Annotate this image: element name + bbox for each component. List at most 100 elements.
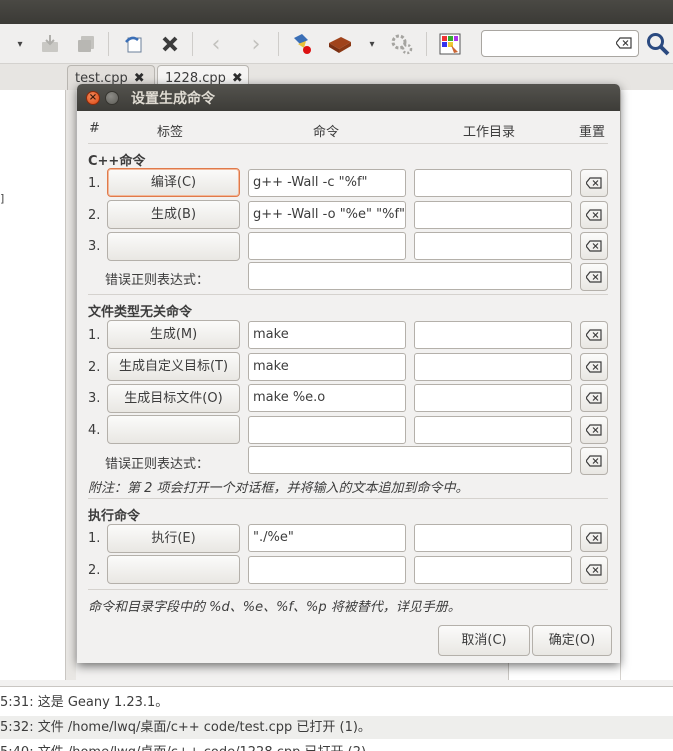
execute-command-field-2[interactable] <box>248 556 406 584</box>
row-number: 1. <box>88 176 101 191</box>
cpp-command-field-2[interactable]: g++ -Wall -o "%e" "%f" <box>248 201 406 229</box>
reset-button[interactable] <box>580 556 608 584</box>
row-number: 1. <box>88 531 101 546</box>
header-command: 命令 <box>313 125 340 140</box>
independent-error-regex-field[interactable] <box>248 446 572 474</box>
independent-workdir-field-1[interactable] <box>414 321 572 349</box>
cpp-label-button-1[interactable]: 编译(C) <box>107 168 240 197</box>
reset-button[interactable] <box>580 263 608 291</box>
row-number: 1. <box>88 328 101 343</box>
divider <box>88 143 608 144</box>
sidebar-pane: ] <box>0 90 66 680</box>
independent-workdir-field-4[interactable] <box>414 416 572 444</box>
row-number: 2. <box>88 360 101 375</box>
reset-button[interactable] <box>580 321 608 349</box>
cpp-workdir-field-1[interactable] <box>414 169 572 197</box>
reset-button[interactable] <box>580 201 608 229</box>
clear-icon <box>586 424 602 436</box>
message-line: 5:40: 文件 /home/lwq/桌面/c++ code/1228.cpp … <box>0 741 379 751</box>
execute-label-button-2[interactable] <box>107 555 240 584</box>
header-label: 标签 <box>157 125 184 140</box>
clear-icon <box>586 240 602 252</box>
execute-gears-icon[interactable] <box>388 30 416 58</box>
reset-button[interactable] <box>580 232 608 260</box>
independent-label-button-4[interactable] <box>107 415 240 444</box>
independent-label-button-1[interactable]: 生成(M) <box>107 320 240 349</box>
reset-button[interactable] <box>580 447 608 475</box>
clear-icon <box>586 392 602 404</box>
clear-icon <box>586 177 602 189</box>
minimize-window-icon[interactable] <box>105 91 119 105</box>
search-input[interactable] <box>481 30 639 57</box>
reset-button[interactable] <box>580 353 608 381</box>
section-title-execute: 执行命令 <box>88 509 141 524</box>
execute-workdir-field-2[interactable] <box>414 556 572 584</box>
cpp-command-field-3[interactable] <box>248 232 406 260</box>
reset-button[interactable] <box>580 384 608 412</box>
color-chooser-icon[interactable] <box>436 30 464 58</box>
cancel-button[interactable]: 取消(C) <box>438 625 530 656</box>
cpp-workdir-field-2[interactable] <box>414 201 572 229</box>
save-all-icon[interactable] <box>72 30 100 58</box>
independent-note: 附注：第 2 项会打开一个对话框，并将输入的文本追加到命令中。 <box>88 481 469 496</box>
build-dropdown-arrow-icon[interactable]: ▾ <box>358 30 386 58</box>
search-icon[interactable] <box>645 31 671 57</box>
section-title-independent: 文件类型无关命令 <box>88 305 193 320</box>
clear-icon <box>586 532 602 544</box>
execute-label-button-1[interactable]: 执行(E) <box>107 524 240 553</box>
reset-button[interactable] <box>580 169 608 197</box>
ok-button[interactable]: 确定(O) <box>532 625 612 656</box>
cpp-label-button-2[interactable]: 生成(B) <box>107 200 240 229</box>
substitution-note: 命令和目录字段中的 %d、%e、%f、%p 将被替代，详见手册。 <box>88 600 461 615</box>
independent-label-button-3[interactable]: 生成目标文件(O) <box>107 384 240 413</box>
independent-workdir-field-2[interactable] <box>414 353 572 381</box>
independent-command-field-3[interactable]: make %e.o <box>248 384 406 412</box>
header-num: # <box>89 121 100 136</box>
row-number: 2. <box>88 208 101 223</box>
execute-command-field-1[interactable]: "./%e" <box>248 524 406 552</box>
save-icon[interactable] <box>36 30 64 58</box>
close-window-icon[interactable]: × <box>86 91 100 105</box>
message-pane: 5:31: 这是 Geany 1.23.1。 5:32: 文件 /home/lw… <box>0 686 673 751</box>
error-regex-label: 错误正则表达式： <box>105 457 210 472</box>
header-reset: 重置 <box>579 125 606 140</box>
execute-workdir-field-1[interactable] <box>414 524 572 552</box>
compile-icon[interactable] <box>288 30 316 58</box>
dropdown-arrow-icon[interactable]: ▾ <box>6 30 34 58</box>
clear-icon <box>586 209 602 221</box>
message-line: 5:32: 文件 /home/lwq/桌面/c++ code/test.cpp … <box>0 716 673 739</box>
cpp-label-button-3[interactable] <box>107 232 240 261</box>
independent-command-field-1[interactable]: make <box>248 321 406 349</box>
clear-icon <box>586 455 602 467</box>
row-number: 4. <box>88 423 101 438</box>
section-title-cpp: C++命令 <box>88 154 146 169</box>
cpp-command-field-1[interactable]: g++ -Wall -c "%f" <box>248 169 406 197</box>
forward-icon[interactable]: › <box>242 30 270 58</box>
window-titlebar <box>0 0 673 24</box>
close-icon[interactable] <box>156 30 184 58</box>
revert-icon[interactable] <box>120 30 148 58</box>
row-number: 3. <box>88 391 101 406</box>
reset-button[interactable] <box>580 416 608 444</box>
independent-label-button-2[interactable]: 生成自定义目标(T) <box>107 352 240 381</box>
back-icon[interactable]: ‹ <box>202 30 230 58</box>
build-commands-dialog: × 设置生成命令 # 标签 命令 工作目录 重置 C++命令 1. 编译(C) … <box>77 84 620 663</box>
independent-command-field-2[interactable]: make <box>248 353 406 381</box>
independent-command-field-4[interactable] <box>248 416 406 444</box>
clear-icon <box>586 271 602 283</box>
build-icon[interactable] <box>326 30 354 58</box>
editor-area-right[interactable] <box>620 90 673 680</box>
pane-divider[interactable] <box>66 90 76 680</box>
row-number: 3. <box>88 239 101 254</box>
divider <box>88 498 608 499</box>
dialog-title: 设置生成命令 <box>131 91 215 107</box>
reset-button[interactable] <box>580 524 608 552</box>
error-regex-label: 错误正则表达式： <box>105 273 210 288</box>
clear-icon <box>586 361 602 373</box>
clear-search-icon[interactable] <box>616 37 632 49</box>
divider <box>88 589 608 590</box>
cpp-workdir-field-3[interactable] <box>414 232 572 260</box>
independent-workdir-field-3[interactable] <box>414 384 572 412</box>
clear-icon <box>586 564 602 576</box>
cpp-error-regex-field[interactable] <box>248 262 572 290</box>
